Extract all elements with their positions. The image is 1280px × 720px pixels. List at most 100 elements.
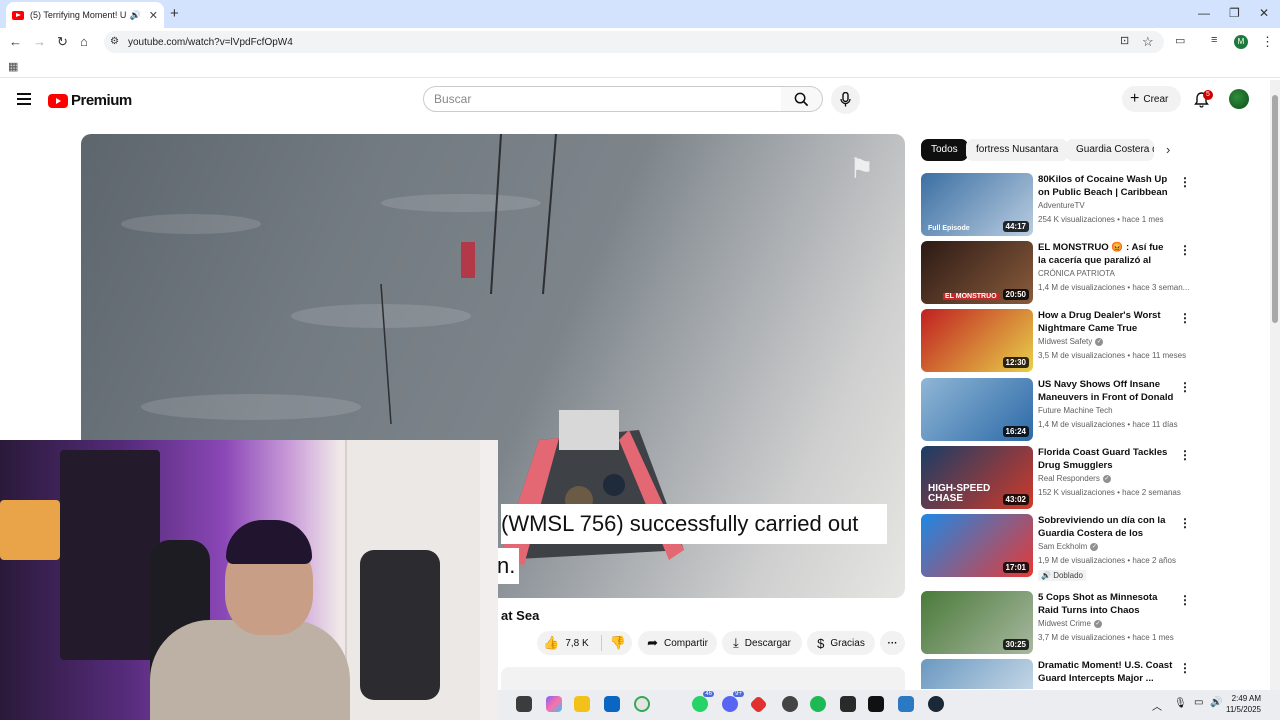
channel-row[interactable]: Sam Eckholm ✓ <box>1038 542 1099 551</box>
tray-volume-icon[interactable]: 🔊 <box>1210 697 1222 708</box>
video-thumbnail[interactable] <box>921 659 1033 689</box>
like-icon[interactable]: 👍 <box>543 635 559 651</box>
cast-icon[interactable]: ▭ <box>1175 34 1185 47</box>
youtube-premium-logo[interactable]: Premium <box>48 92 132 109</box>
tray-chevron-icon[interactable]: ︿ <box>1152 698 1162 713</box>
new-tab-button[interactable]: + <box>170 5 179 22</box>
chip-guardia-costera[interactable]: Guardia Costera de <box>1066 139 1154 161</box>
file-explorer-icon[interactable] <box>516 696 532 712</box>
more-options-icon[interactable]: ⋮ <box>1179 380 1191 394</box>
channel-name[interactable]: Real Responders <box>1038 474 1100 483</box>
media-control-icon[interactable]: ≡ <box>1211 34 1217 46</box>
channel-row[interactable]: Midwest Safety ✓ <box>1038 337 1104 346</box>
restore-window-icon[interactable]: ❐ <box>1229 6 1240 20</box>
recommendation-item[interactable]: 16:24 US Navy Shows Off Insane Maneuvers… <box>921 378 1191 442</box>
chip-fortress-nusantara[interactable]: fortress Nusantara <box>966 139 1069 161</box>
video-thumbnail[interactable]: HIGH-SPEED CHASE 43:02 <box>921 446 1033 509</box>
recommendation-title[interactable]: Florida Coast Guard Tackles Drug Smuggle… <box>1038 446 1174 472</box>
channel-name[interactable]: CRÓNICA PATRIOTA <box>1038 269 1115 278</box>
forward-icon[interactable]: → <box>33 34 46 49</box>
create-button[interactable]: + Crear <box>1122 86 1181 112</box>
channel-name[interactable]: AdventureTV <box>1038 201 1085 210</box>
channel-name[interactable]: Future Machine Tech <box>1038 406 1113 415</box>
share-button[interactable]: ➦ Compartir <box>638 631 717 655</box>
recommendation-title[interactable]: Dramatic Moment! U.S. Coast Guard Interc… <box>1038 659 1174 685</box>
epic-games-icon[interactable] <box>840 696 856 712</box>
back-icon[interactable]: ← <box>9 34 22 49</box>
channel-row[interactable]: Real Responders ✓ <box>1038 474 1111 483</box>
minimize-window-icon[interactable]: — <box>1198 6 1210 20</box>
browser-tab[interactable]: (5) Terrifying Moment! U.S. 🔊 ✕ <box>6 2 164 28</box>
video-thumbnail[interactable]: 30:25 <box>921 591 1033 654</box>
download-button[interactable]: ⤓ Descargar <box>722 631 802 655</box>
search-input[interactable]: Buscar <box>423 86 782 112</box>
app-diamond-icon[interactable] <box>749 695 768 714</box>
video-thumbnail[interactable]: Full Episode 44:17 <box>921 173 1033 236</box>
more-options-icon[interactable]: ⋮ <box>1179 593 1191 607</box>
voice-search-button[interactable] <box>831 85 860 114</box>
browser-menu-icon[interactable]: ⋮ <box>1261 34 1274 50</box>
video-thumbnail[interactable]: 12:30 <box>921 309 1033 372</box>
recommendation-title[interactable]: EL MONSTRUO 😡 : Así fue la cacería que p… <box>1038 241 1174 267</box>
more-options-icon[interactable]: ⋮ <box>1179 311 1191 325</box>
page-scrollbar-thumb[interactable] <box>1272 95 1278 323</box>
recommendation-title[interactable]: Sobreviviendo un día con la Guardia Cost… <box>1038 514 1174 540</box>
more-actions-button[interactable]: ··· <box>880 631 905 655</box>
recommendation-title[interactable]: How a Drug Dealer's Worst Nightmare Came… <box>1038 309 1174 335</box>
url-text[interactable]: youtube.com/watch?v=lVpdFcfOpW4 <box>128 37 293 48</box>
channel-name[interactable]: Sam Eckholm <box>1038 542 1087 551</box>
recommendation-title[interactable]: 80Kilos of Cocaine Wash Up on Public Bea… <box>1038 173 1174 199</box>
site-info-icon[interactable]: ⚙ <box>110 36 119 47</box>
tray-mic-icon[interactable]: 🎙 <box>1174 698 1187 709</box>
home-icon[interactable]: ⌂ <box>80 34 88 49</box>
close-tab-icon[interactable]: ✕ <box>149 9 158 22</box>
search-button[interactable] <box>781 86 823 112</box>
more-options-icon[interactable]: ⋮ <box>1179 448 1191 462</box>
like-count[interactable]: 7,8 K <box>565 638 588 649</box>
spotify-icon[interactable] <box>810 696 826 712</box>
tray-display-icon[interactable]: ▭ <box>1194 697 1203 708</box>
recommendation-item[interactable]: 30:25 5 Cops Shot as Minnesota Raid Turn… <box>921 591 1191 655</box>
recommendation-item[interactable]: EL MONSTRUO 20:50 EL MONSTRUO 😡 : Así fue… <box>921 241 1191 305</box>
chips-next-chevron-icon[interactable]: › <box>1166 142 1170 157</box>
recommendation-title[interactable]: 5 Cops Shot as Minnesota Raid Turns into… <box>1038 591 1174 617</box>
hamburger-menu-icon[interactable] <box>17 93 31 105</box>
bookmark-star-icon[interactable]: ☆ <box>1142 34 1154 50</box>
video-thumbnail[interactable]: EL MONSTRUO 20:50 <box>921 241 1033 304</box>
video-thumbnail[interactable]: 16:24 <box>921 378 1033 441</box>
whatsapp-icon[interactable]: 46 <box>692 691 714 712</box>
photos-icon[interactable] <box>898 696 914 712</box>
recommendation-item[interactable]: HIGH-SPEED CHASE 43:02 Florida Coast Guar… <box>921 446 1191 510</box>
install-app-icon[interactable]: ⊡ <box>1120 34 1129 47</box>
obs-icon[interactable] <box>782 696 798 712</box>
more-options-icon[interactable]: ⋮ <box>1179 516 1191 530</box>
more-options-icon[interactable]: ⋮ <box>1179 243 1191 257</box>
outlook-icon[interactable] <box>604 696 620 712</box>
recommendation-item[interactable]: 12:30 How a Drug Dealer's Worst Nightmar… <box>921 309 1191 373</box>
chip-all[interactable]: Todos <box>921 139 968 161</box>
account-avatar[interactable] <box>1229 89 1249 109</box>
thanks-button[interactable]: $ Gracias <box>807 631 875 655</box>
steam-icon[interactable] <box>928 696 944 712</box>
tiktok-icon[interactable] <box>868 696 884 712</box>
channel-name[interactable]: Midwest Crime <box>1038 619 1091 628</box>
folder-icon[interactable] <box>574 696 590 712</box>
channel-row[interactable]: Midwest Crime ✓ <box>1038 619 1102 628</box>
discord-icon[interactable]: 9+ <box>722 691 744 712</box>
dislike-icon[interactable]: 👎 <box>600 635 626 651</box>
chrome-icon[interactable] <box>634 696 650 712</box>
more-options-icon[interactable]: ⋮ <box>1179 661 1191 675</box>
recommendation-item[interactable]: Full Episode 44:17 80Kilos of Cocaine Was… <box>921 173 1191 237</box>
speaker-icon[interactable]: 🔊 <box>130 10 141 21</box>
close-window-icon[interactable]: ✕ <box>1259 6 1269 20</box>
apps-grid-icon[interactable]: ▦ <box>8 60 18 73</box>
more-options-icon[interactable]: ⋮ <box>1179 175 1191 189</box>
profile-avatar[interactable]: M <box>1234 35 1248 49</box>
recommendation-title[interactable]: US Navy Shows Off Insane Maneuvers in Fr… <box>1038 378 1174 404</box>
copilot-icon[interactable] <box>546 696 562 712</box>
recommendation-item[interactable]: Dramatic Moment! U.S. Coast Guard Interc… <box>921 659 1191 689</box>
recommendation-item[interactable]: 17:01 Sobreviviendo un día con la Guardi… <box>921 514 1191 581</box>
reload-icon[interactable]: ↻ <box>57 34 68 50</box>
video-thumbnail[interactable]: 17:01 <box>921 514 1033 577</box>
taskbar-clock[interactable]: 2:49 AM 11/5/2025 <box>1226 693 1261 715</box>
